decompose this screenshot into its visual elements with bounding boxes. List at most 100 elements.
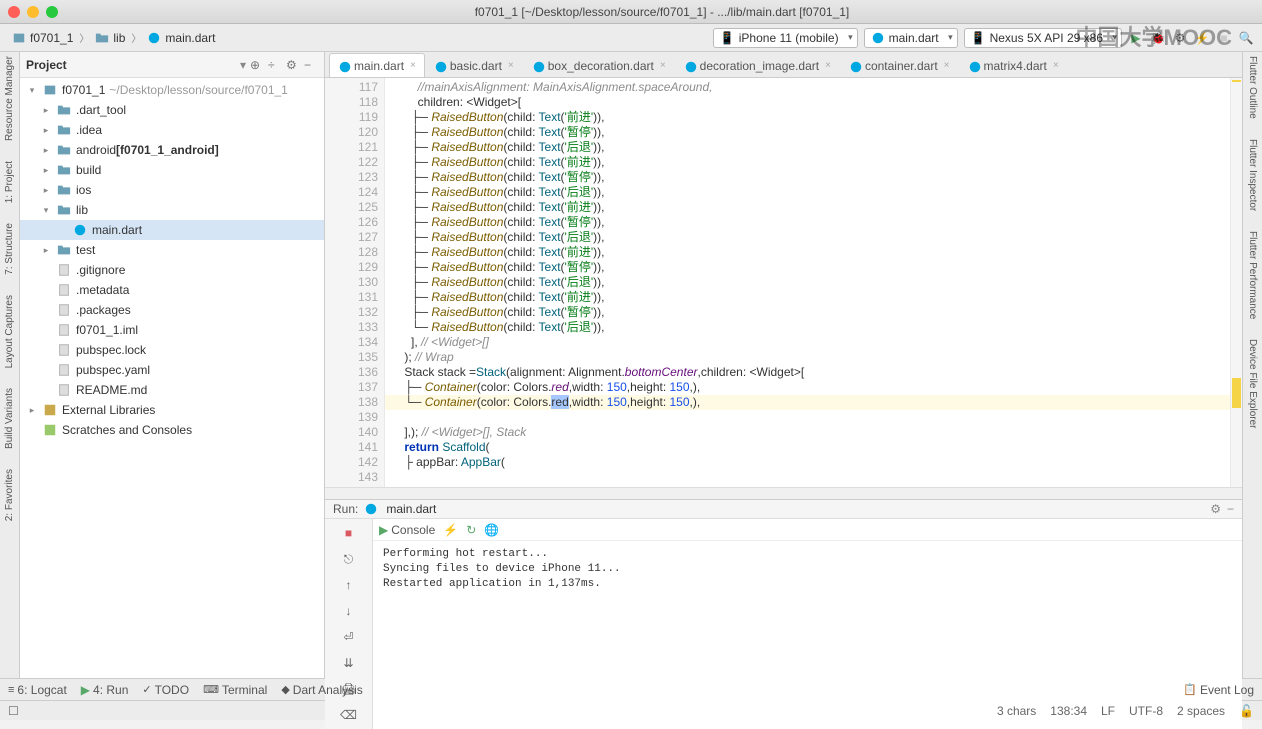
tree-row[interactable]: .packages (20, 300, 324, 320)
project-panel-title[interactable]: Project (26, 58, 238, 72)
tree-row[interactable]: ▸.dart_tool (20, 100, 324, 120)
gear-icon[interactable]: ⚙ (1210, 502, 1221, 516)
status-lock-icon[interactable]: 🔓 (1239, 704, 1254, 718)
tree-row[interactable]: .metadata (20, 280, 324, 300)
status-position[interactable]: 138:34 (1050, 704, 1087, 718)
horizontal-scrollbar[interactable] (325, 487, 1242, 499)
tree-row[interactable]: ▸android [f0701_1_android] (20, 140, 324, 160)
tree-arrow[interactable]: ▸ (40, 105, 52, 116)
rail-project[interactable]: 1: Project (4, 161, 15, 203)
editor-tab[interactable]: matrix4.dart× (959, 53, 1068, 77)
tree-row[interactable]: ▸.idea (20, 120, 324, 140)
close-window-button[interactable] (8, 6, 20, 18)
project-tree[interactable]: ▾f0701_1~/Desktop/lesson/source/f0701_1▸… (20, 78, 324, 678)
close-icon[interactable]: × (944, 60, 950, 71)
close-icon[interactable]: × (825, 60, 831, 71)
tree-row[interactable]: ▾lib (20, 200, 324, 220)
tree-row[interactable]: ▸ios (20, 180, 324, 200)
tab-terminal[interactable]: ⌨ Terminal (203, 683, 267, 697)
console-output[interactable]: Performing hot restart... Syncing files … (373, 541, 1242, 729)
search-button[interactable]: 🔍 (1238, 30, 1254, 46)
tree-arrow[interactable]: ▸ (40, 125, 52, 136)
tree-arrow[interactable]: ▸ (40, 145, 52, 156)
rail-device-file-explorer[interactable]: Device File Explorer (1247, 339, 1258, 428)
rail-resource-manager[interactable]: Resource Manager (4, 56, 15, 141)
rail-flutter-inspector[interactable]: Flutter Inspector (1247, 139, 1258, 211)
tree-row[interactable]: ▸External Libraries (20, 400, 324, 420)
wrap-button[interactable]: ⏎ (339, 627, 359, 647)
stop-button[interactable]: ■ (339, 523, 359, 543)
chevron-down-icon[interactable]: ▾ (240, 58, 246, 72)
hot-reload-icon[interactable]: ⚡ (443, 523, 458, 537)
tree-arrow[interactable]: ▸ (40, 185, 52, 196)
up-button[interactable]: ↑ (339, 575, 359, 595)
attach-button[interactable]: ⚙ (1172, 30, 1188, 46)
status-msg-icon[interactable]: ☐ (8, 704, 19, 718)
run-config-selector[interactable]: main.dart (864, 28, 958, 48)
rail-flutter-outline[interactable]: Flutter Outline (1247, 56, 1258, 119)
gear-icon[interactable]: ⚙ (286, 58, 300, 72)
down-button[interactable]: ↓ (339, 601, 359, 621)
breadcrumb-file[interactable]: main.dart (143, 31, 219, 45)
close-icon[interactable]: × (660, 60, 666, 71)
tree-row[interactable]: ▸test (20, 240, 324, 260)
tree-row[interactable]: .gitignore (20, 260, 324, 280)
tree-arrow[interactable]: ▾ (26, 85, 38, 96)
status-line-ending[interactable]: LF (1101, 704, 1115, 718)
sort-icon[interactable]: ÷ (268, 58, 282, 72)
rail-favorites[interactable]: 2: Favorites (4, 469, 15, 521)
tab-logcat[interactable]: ≡ 6: Logcat (8, 683, 67, 697)
tree-arrow[interactable]: ▸ (26, 405, 38, 416)
run-button[interactable]: ▶ (1128, 30, 1144, 46)
close-icon[interactable]: × (1053, 60, 1059, 71)
tree-row[interactable]: Scratches and Consoles (20, 420, 324, 440)
tree-arrow[interactable]: ▾ (40, 205, 52, 216)
zoom-window-button[interactable] (46, 6, 58, 18)
restart-icon[interactable]: ↻ (466, 523, 476, 537)
breadcrumb-project[interactable]: f0701_1 (8, 31, 77, 45)
open-devtools-icon[interactable]: 🌐 (484, 523, 499, 537)
gutter[interactable]: 1171181191201211221231241251261271281291… (325, 78, 385, 487)
tree-arrow[interactable]: ▸ (40, 165, 52, 176)
hot-reload-button[interactable]: ⚡ (1194, 30, 1210, 46)
tree-row[interactable]: ▸build (20, 160, 324, 180)
tree-row[interactable]: ▾f0701_1~/Desktop/lesson/source/f0701_1 (20, 80, 324, 100)
editor-tab[interactable]: container.dart× (840, 53, 959, 77)
status-encoding[interactable]: UTF-8 (1129, 704, 1163, 718)
console-tab[interactable]: ▶ Console (379, 523, 435, 537)
rail-structure[interactable]: 7: Structure (4, 223, 15, 275)
code-area[interactable]: //mainAxisAlignment: MainAxisAlignment.s… (385, 78, 1230, 487)
rail-build-variants[interactable]: Build Variants (4, 388, 15, 449)
close-icon[interactable]: × (410, 60, 416, 71)
tree-row[interactable]: f0701_1.iml (20, 320, 324, 340)
stop-button[interactable]: ■ (1216, 30, 1232, 46)
editor-tab[interactable]: main.dart× (329, 53, 425, 77)
editor-tab[interactable]: box_decoration.dart× (523, 53, 675, 77)
tree-arrow[interactable]: ▸ (40, 245, 52, 256)
tab-event-log[interactable]: 📋 Event Log (1183, 683, 1254, 697)
tab-todo[interactable]: ✓ TODO (142, 683, 189, 697)
target-icon[interactable]: ⊕ (250, 58, 264, 72)
device-selector[interactable]: 📱 iPhone 11 (mobile) (713, 28, 858, 48)
tree-row[interactable]: README.md (20, 380, 324, 400)
tree-row[interactable]: main.dart (20, 220, 324, 240)
close-icon[interactable]: × (508, 60, 514, 71)
editor-tab[interactable]: basic.dart× (425, 53, 523, 77)
tree-row[interactable]: pubspec.yaml (20, 360, 324, 380)
tab-dart-analysis[interactable]: ◆ Dart Analysis (281, 683, 363, 697)
overview-ruler[interactable] (1230, 78, 1242, 487)
breadcrumb-folder[interactable]: lib (91, 31, 129, 45)
status-indent[interactable]: 2 spaces (1177, 704, 1225, 718)
minimize-icon[interactable]: − (1227, 502, 1234, 516)
emulator-selector[interactable]: 📱 Nexus 5X API 29 x86 (964, 28, 1122, 48)
rail-layout-captures[interactable]: Layout Captures (4, 295, 15, 368)
clear-button[interactable]: ⌫ (339, 705, 359, 725)
tab-run[interactable]: ▶ 4: Run (81, 683, 129, 697)
debug-button[interactable]: 🐞 (1150, 30, 1166, 46)
tree-row[interactable]: pubspec.lock (20, 340, 324, 360)
attach-debugger-button[interactable]: ⎋ (339, 549, 359, 569)
run-file[interactable]: main.dart (386, 502, 436, 516)
rail-flutter-performance[interactable]: Flutter Performance (1247, 231, 1258, 319)
minimize-window-button[interactable] (27, 6, 39, 18)
collapse-icon[interactable]: − (304, 58, 318, 72)
